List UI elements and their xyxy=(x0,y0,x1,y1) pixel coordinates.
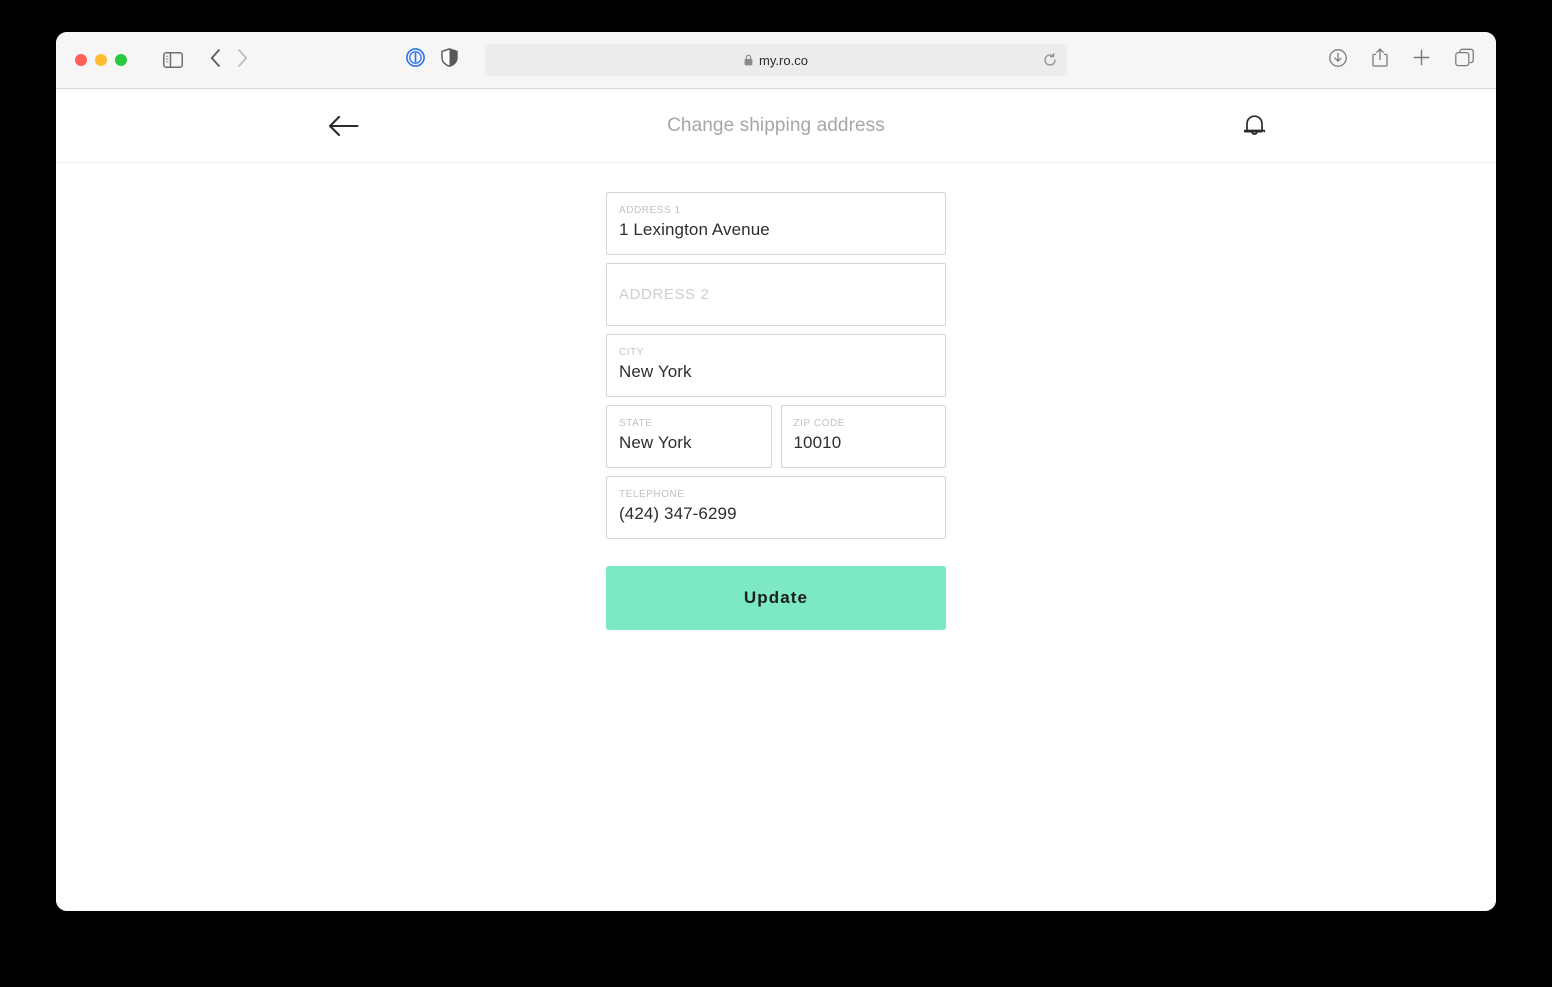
password-manager-icon xyxy=(406,48,425,67)
downloads-button[interactable] xyxy=(1329,48,1347,72)
forward-navigation-icon xyxy=(238,48,248,67)
browser-window: my.ro.co Change shipping address ADDRESS… xyxy=(56,32,1496,911)
zip-code-value: 10010 xyxy=(793,433,842,452)
city-field[interactable]: CITY New York xyxy=(606,334,946,397)
notifications-button[interactable] xyxy=(1242,112,1267,139)
state-label: STATE xyxy=(619,418,653,429)
password-manager-button[interactable] xyxy=(406,48,425,72)
zip-code-label: ZIP CODE xyxy=(793,418,845,429)
telephone-label: TELEPHONE xyxy=(619,489,685,500)
address-2-field[interactable]: ADDRESS 2 xyxy=(606,263,946,326)
sidebar-toggle-button[interactable] xyxy=(163,52,183,68)
tab-overview-icon xyxy=(1455,48,1474,67)
page-title: Change shipping address xyxy=(667,114,885,136)
city-label: CITY xyxy=(619,347,644,358)
page-header: Change shipping address xyxy=(56,89,1496,163)
state-zip-row: STATE New York ZIP CODE 10010 xyxy=(606,405,946,468)
address-1-label: ADDRESS 1 xyxy=(619,205,681,216)
bell-icon xyxy=(1243,114,1266,135)
privacy-report-button[interactable] xyxy=(441,48,458,72)
address-bar-content: my.ro.co xyxy=(744,53,808,68)
forward-button[interactable] xyxy=(237,48,248,72)
back-button[interactable] xyxy=(210,48,221,72)
zip-code-field[interactable]: ZIP CODE 10010 xyxy=(780,405,946,468)
maximize-window-button[interactable] xyxy=(115,54,127,66)
new-tab-icon xyxy=(1413,49,1430,66)
sidebar-toggle-icon xyxy=(163,52,183,68)
close-window-button[interactable] xyxy=(75,54,87,66)
address-2-placeholder: ADDRESS 2 xyxy=(619,286,710,303)
downloads-icon xyxy=(1329,48,1347,67)
minimize-window-button[interactable] xyxy=(95,54,107,66)
address-1-value: 1 Lexington Avenue xyxy=(619,220,770,239)
state-field[interactable]: STATE New York xyxy=(606,405,772,468)
address-1-field[interactable]: ADDRESS 1 1 Lexington Avenue xyxy=(606,192,946,255)
tab-overview-button[interactable] xyxy=(1455,48,1474,72)
city-value: New York xyxy=(619,362,692,381)
browser-toolbar: my.ro.co xyxy=(56,32,1496,89)
reload-button[interactable] xyxy=(1043,53,1057,67)
window-controls xyxy=(75,54,127,66)
shipping-address-form: ADDRESS 1 1 Lexington Avenue ADDRESS 2 C… xyxy=(606,163,946,630)
reload-icon xyxy=(1044,53,1056,66)
telephone-field[interactable]: TELEPHONE (424) 347-6299 xyxy=(606,476,946,539)
page-content: Change shipping address ADDRESS 1 1 Lexi… xyxy=(56,89,1496,911)
extension-icons xyxy=(406,48,458,72)
share-button[interactable] xyxy=(1372,48,1388,72)
new-tab-button[interactable] xyxy=(1413,49,1430,71)
toolbar-right-icons xyxy=(1329,48,1474,72)
share-icon xyxy=(1372,48,1388,67)
state-value: New York xyxy=(619,433,692,452)
lock-icon xyxy=(744,54,753,66)
telephone-value: (424) 347-6299 xyxy=(619,504,737,523)
update-button[interactable]: Update xyxy=(606,566,946,630)
address-bar[interactable]: my.ro.co xyxy=(485,44,1067,76)
back-navigation-icon xyxy=(210,48,220,67)
url-text: my.ro.co xyxy=(759,52,808,68)
privacy-shield-icon xyxy=(441,48,458,67)
navigation-arrows xyxy=(210,48,248,72)
